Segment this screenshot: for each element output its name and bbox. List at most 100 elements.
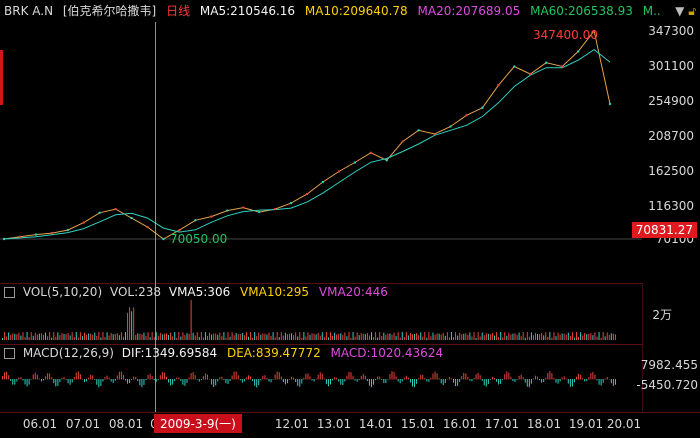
- macd-bar: [590, 373, 592, 380]
- macd-bar: [524, 379, 526, 383]
- volume-bar: [526, 332, 528, 340]
- macd-bar: [342, 379, 344, 386]
- volume-bar: [543, 335, 545, 340]
- volume-bar: [313, 333, 315, 340]
- macd-bar: [444, 379, 446, 384]
- macd-bar: [217, 379, 219, 382]
- volume-bar: [34, 332, 36, 340]
- volume-bar: [471, 336, 473, 340]
- volume-bar: [61, 333, 63, 340]
- volume-bar: [395, 336, 397, 340]
- date-tick: 20.01: [606, 417, 642, 431]
- volume-bar: [479, 336, 481, 340]
- macd-bar: [358, 379, 360, 380]
- volume-bar: [487, 333, 489, 340]
- dropdown-icon[interactable]: ▼: [675, 4, 684, 18]
- macd-bar: [526, 379, 528, 387]
- volume-bar: [90, 333, 92, 340]
- volume-bar: [200, 332, 202, 340]
- volume-bar: [266, 334, 268, 340]
- price-point: [162, 237, 165, 241]
- volume-bar: [100, 337, 102, 340]
- macd-bar: [502, 379, 504, 380]
- more-indicators[interactable]: M..: [643, 4, 661, 18]
- macd-bar: [426, 379, 428, 382]
- macd-bar: [598, 379, 600, 385]
- volume-bar: [135, 334, 137, 340]
- macd-bar: [500, 379, 502, 384]
- volume-bar: [594, 332, 596, 340]
- macd-bar: [549, 371, 551, 380]
- volume-bar: [159, 332, 161, 340]
- macd-bar: [325, 379, 327, 385]
- price-chart[interactable]: [0, 22, 642, 282]
- price-point: [82, 221, 85, 224]
- vma20-value: VMA20:446: [318, 285, 388, 299]
- macd-bar: [291, 376, 293, 380]
- macd-bar: [209, 378, 211, 380]
- price-point: [50, 231, 54, 235]
- macd-bar: [547, 373, 549, 380]
- volume-bar: [252, 337, 254, 340]
- volume-bar: [389, 333, 391, 340]
- volume-bar: [24, 337, 26, 340]
- macd-bar: [139, 379, 141, 386]
- volume-bar: [467, 335, 469, 340]
- macd-bar: [532, 378, 534, 380]
- macd-bar: [110, 379, 112, 382]
- volume-bar: [18, 332, 20, 340]
- volume-bar: [465, 333, 467, 340]
- chart-controls[interactable]: ▼ 🔓︎: [675, 4, 696, 19]
- macd-bar: [481, 379, 483, 381]
- vma10-value: VMA10:295: [240, 285, 310, 299]
- macd-value: MACD:1020.43624: [330, 346, 444, 360]
- volume-bar: [352, 332, 354, 340]
- macd-bar: [145, 379, 147, 381]
- macd-settings-icon[interactable]: [4, 348, 15, 359]
- price-point: [529, 72, 532, 76]
- period-label[interactable]: 日线: [166, 4, 190, 18]
- volume-panel[interactable]: VOL(5,10,20) VOL:238 VMA5:306 VMA10:295 …: [0, 283, 643, 344]
- volume-bar: [65, 334, 67, 340]
- volume-bar: [516, 334, 518, 340]
- macd-bar: [143, 379, 145, 385]
- macd-bar: [379, 376, 381, 380]
- macd-bar: [485, 379, 487, 387]
- macd-bar: [213, 379, 215, 388]
- macd-bar: [555, 379, 557, 383]
- volume-bar: [399, 337, 401, 340]
- volume-bar: [188, 333, 190, 340]
- macd-bar: [248, 375, 249, 380]
- macd-bar: [2, 376, 3, 380]
- volume-bar: [125, 332, 126, 340]
- macd-bar: [235, 371, 237, 380]
- macd-bar: [535, 375, 536, 380]
- volume-bar: [539, 334, 541, 340]
- volume-bar: [170, 332, 172, 340]
- volume-bar: [221, 336, 223, 340]
- macd-bar: [557, 379, 559, 384]
- macd-bar: [55, 379, 57, 387]
- volume-bar: [280, 332, 282, 340]
- ticker-label: BRK A.N: [4, 4, 54, 18]
- volume-settings-icon[interactable]: [4, 287, 15, 298]
- volume-bar: [151, 332, 153, 340]
- volume-bar: [166, 333, 167, 340]
- volume-bar: [59, 335, 61, 340]
- macd-bar: [112, 379, 114, 383]
- macd-bar: [196, 379, 198, 380]
- volume-bar: [133, 307, 135, 340]
- lock-icon[interactable]: 🔓︎: [688, 4, 696, 18]
- macd-bar: [541, 379, 543, 383]
- volume-bar: [198, 337, 200, 340]
- volume-bar: [305, 336, 307, 340]
- date-tick: 07.01: [65, 417, 101, 431]
- macd-bar: [106, 375, 108, 380]
- macd-panel[interactable]: MACD(12,26,9) DIF:1349.69584 DEA:839.477…: [0, 344, 643, 413]
- volume-bar: [129, 307, 131, 340]
- price-tick: 254900: [648, 94, 694, 108]
- macd-bar: [127, 379, 129, 384]
- date-tick: 06.01: [22, 417, 58, 431]
- volume-bar: [325, 332, 327, 340]
- macd-bar: [30, 379, 32, 380]
